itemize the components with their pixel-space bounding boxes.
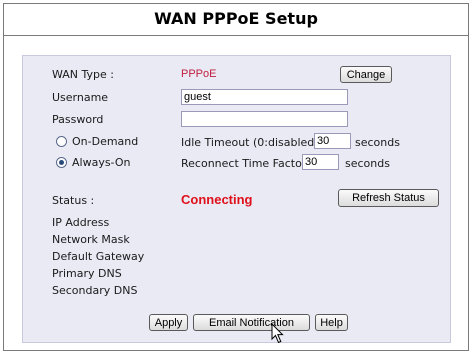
- reconnect-label: Reconnect Time Factor: [181, 157, 307, 170]
- default-gateway-label: Default Gateway: [52, 250, 145, 263]
- status-label: Status :: [52, 194, 95, 207]
- password-label: Password: [52, 113, 104, 126]
- idle-timeout-input[interactable]: [314, 133, 351, 149]
- on-demand-label: On-Demand: [72, 135, 139, 148]
- apply-button[interactable]: Apply: [149, 314, 188, 331]
- title-divider: [4, 35, 468, 36]
- on-demand-radio[interactable]: [56, 136, 67, 147]
- idle-timeout-label: Idle Timeout (0:disabled): [181, 136, 319, 149]
- secondary-dns-label: Secondary DNS: [52, 284, 138, 297]
- status-value: Connecting: [181, 192, 253, 207]
- mouse-pointer-icon: [271, 323, 284, 344]
- page-title: WAN PPPoE Setup: [154, 9, 318, 28]
- network-mask-label: Network Mask: [52, 233, 130, 246]
- username-input[interactable]: [181, 89, 348, 105]
- reconnect-unit: seconds: [345, 157, 390, 170]
- always-on-radio[interactable]: [56, 157, 67, 168]
- password-input[interactable]: [181, 111, 348, 127]
- help-button[interactable]: Help: [315, 314, 348, 331]
- always-on-label: Always-On: [72, 156, 131, 169]
- refresh-status-button[interactable]: Refresh Status: [338, 189, 439, 207]
- email-notification-button[interactable]: Email Notification: [193, 314, 310, 331]
- idle-timeout-unit: seconds: [355, 136, 400, 149]
- wan-type-label: WAN Type :: [52, 68, 114, 81]
- primary-dns-label: Primary DNS: [52, 267, 122, 280]
- change-button[interactable]: Change: [340, 66, 392, 83]
- wan-type-value: PPPoE: [181, 68, 217, 80]
- username-label: Username: [52, 91, 109, 104]
- reconnect-input[interactable]: [302, 154, 339, 170]
- ip-address-label: IP Address: [52, 216, 110, 229]
